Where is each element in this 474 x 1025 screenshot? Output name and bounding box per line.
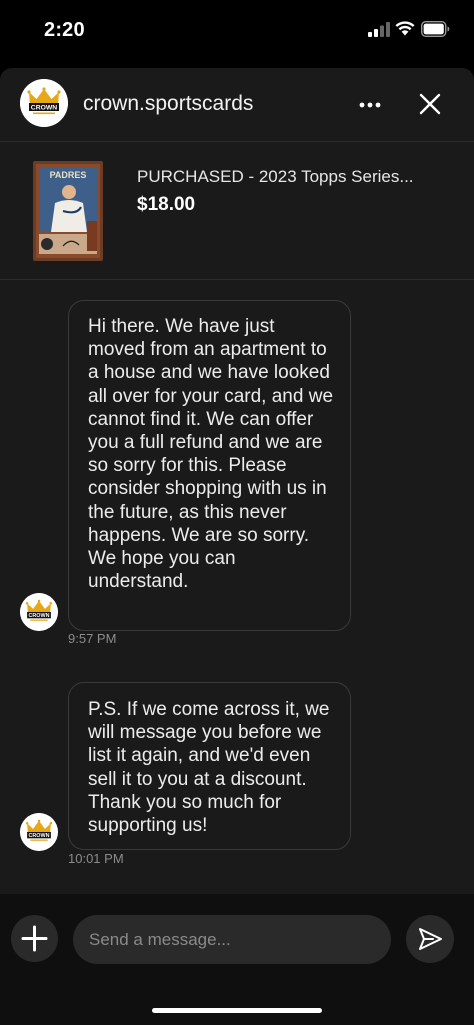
conversation-header: CROWN crown.sportscards [0, 68, 474, 140]
svg-text:CROWN: CROWN [29, 613, 50, 619]
conversation-sheet: CROWN crown.sportscards PADRES PURCHASED [0, 68, 474, 1025]
message-timestamp: 9:57 PM [68, 631, 117, 646]
message-timestamp: 10:01 PM [68, 851, 124, 866]
purchased-item-row[interactable]: PADRES PURCHASED - 2023 Topps Series... … [0, 142, 474, 278]
svg-text:CROWN: CROWN [29, 833, 50, 839]
close-icon[interactable] [418, 92, 442, 116]
svg-text:PADRES: PADRES [50, 170, 87, 180]
status-time: 2:20 [44, 19, 85, 41]
wifi-icon [395, 21, 415, 36]
sender-avatar[interactable]: CROWN [20, 813, 58, 851]
message-input[interactable] [73, 915, 391, 964]
crown-logo: CROWN [20, 813, 58, 851]
seller-username[interactable]: crown.sportscards [83, 92, 253, 116]
product-title[interactable]: PURCHASED - 2023 Topps Series... [137, 167, 414, 187]
message-composer [0, 894, 474, 1025]
seller-avatar[interactable]: CROWN [20, 79, 68, 127]
send-icon [419, 928, 442, 950]
more-options-icon[interactable] [355, 90, 385, 120]
cellular-signal-icon [368, 22, 390, 37]
plus-icon [21, 925, 48, 952]
battery-icon [421, 21, 450, 37]
send-button[interactable] [406, 915, 454, 963]
crown-logo: CROWN [20, 593, 58, 631]
sender-avatar[interactable]: CROWN [20, 593, 58, 631]
message-bubble: P.S. If we come across it, we will messa… [68, 682, 351, 850]
card-thumbnail[interactable]: PADRES [33, 161, 103, 261]
status-bar: 2:20 [0, 0, 474, 64]
home-indicator [152, 1008, 322, 1013]
product-divider [0, 279, 474, 280]
product-price: $18.00 [137, 194, 196, 215]
add-attachment-button[interactable] [11, 915, 58, 962]
message-bubble: Hi there. We have just moved from an apa… [68, 300, 351, 631]
crown-logo: CROWN [20, 79, 68, 127]
svg-text:CROWN: CROWN [31, 104, 58, 111]
